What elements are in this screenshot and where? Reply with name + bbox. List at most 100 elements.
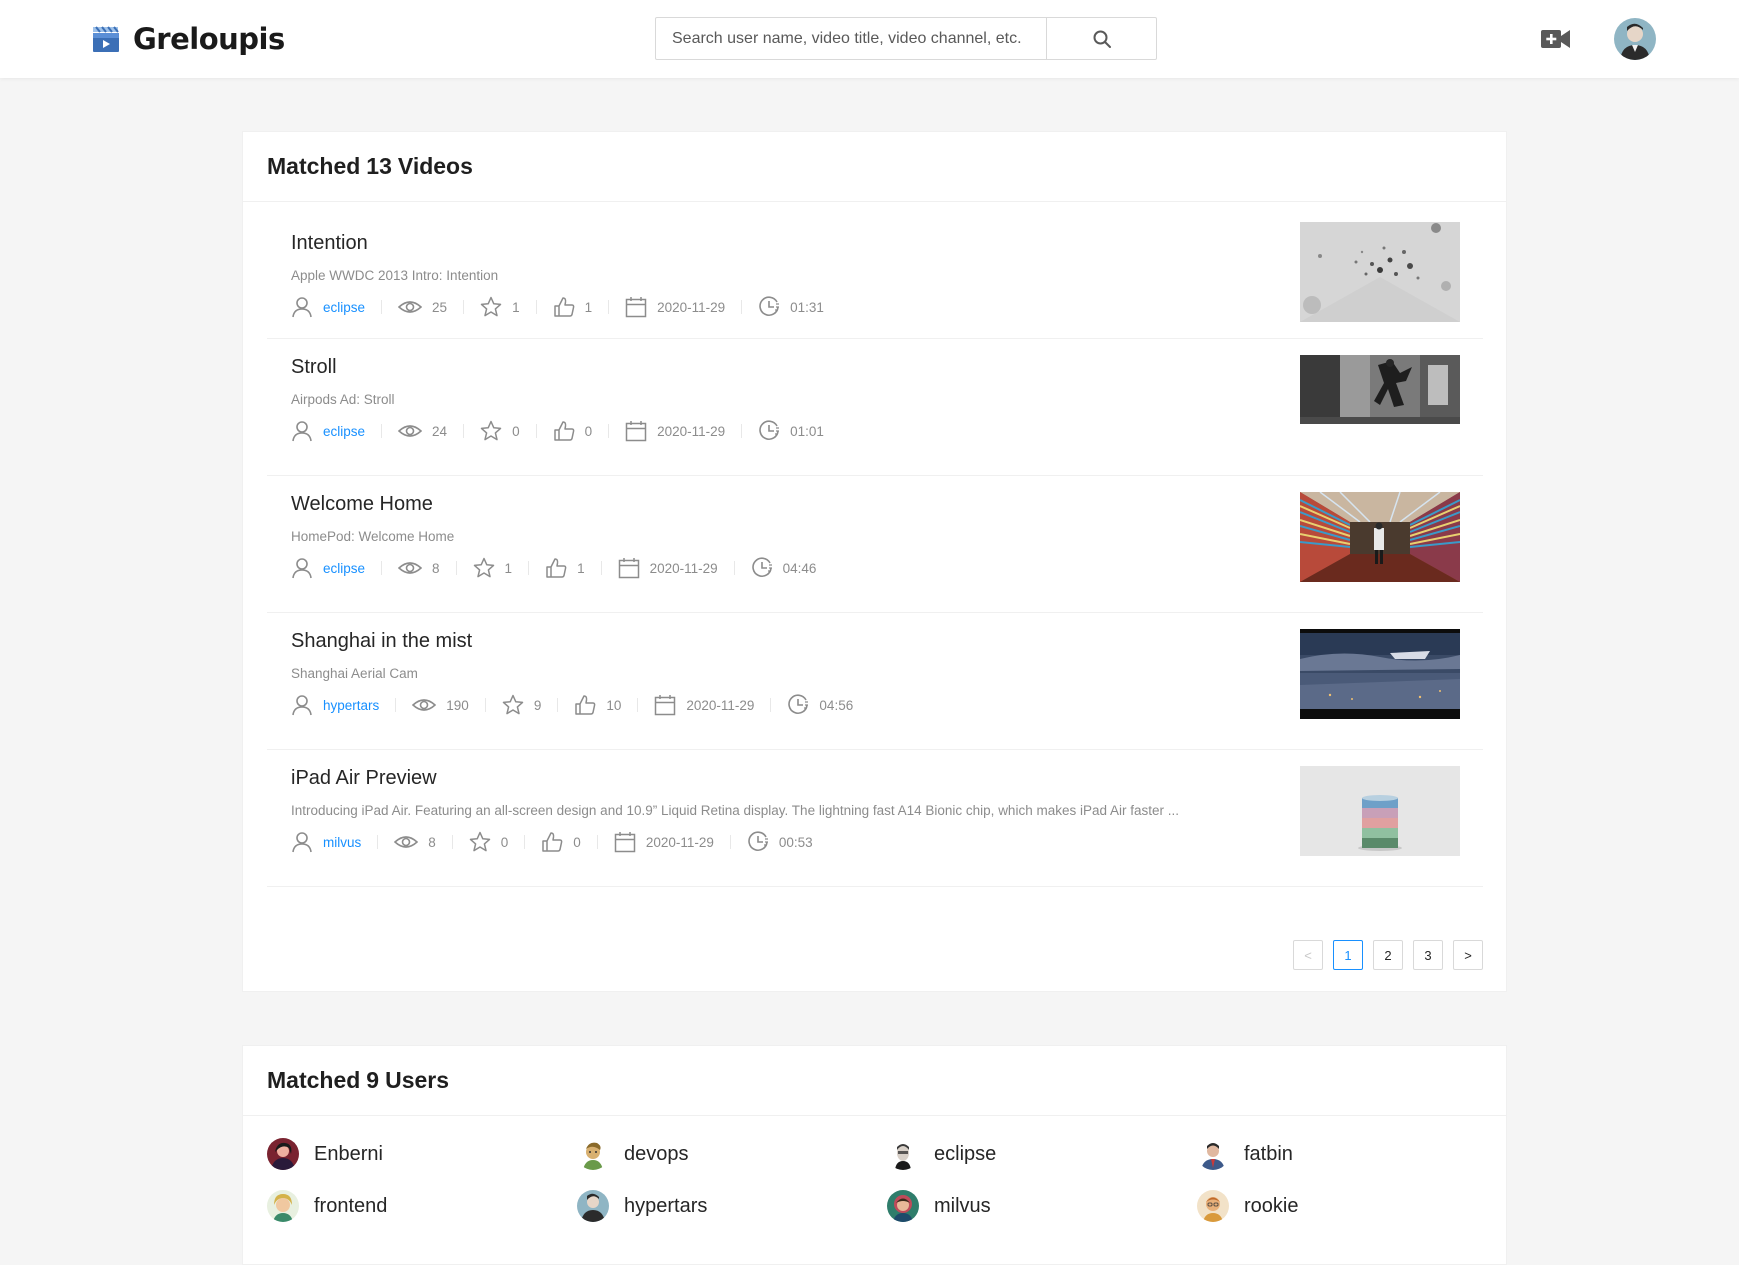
- view-count: 8: [432, 560, 440, 576]
- search-button[interactable]: [1046, 18, 1156, 59]
- user-item[interactable]: milvus: [887, 1190, 1197, 1222]
- top-header: Greloupis: [0, 0, 1739, 78]
- video-list-item[interactable]: Shanghai in the mist Shanghai Aerial Cam…: [267, 613, 1483, 750]
- video-meta: hypertars 190 9 10 2020-11-29 04:56: [291, 694, 853, 716]
- user-item[interactable]: hypertars: [577, 1190, 887, 1222]
- like-icon: [542, 832, 563, 852]
- video-uploader-link[interactable]: milvus: [323, 835, 361, 850]
- video-duration: 01:01: [790, 423, 824, 439]
- video-thumbnail[interactable]: [1300, 629, 1460, 719]
- user-icon: [292, 695, 312, 716]
- brand-logo[interactable]: Greloupis: [91, 22, 285, 56]
- eye-icon: [398, 301, 423, 313]
- meta-divider: [395, 698, 397, 712]
- video-uploader-link[interactable]: eclipse: [323, 424, 365, 439]
- meta-divider: [381, 561, 383, 575]
- pagination-prev-button[interactable]: <: [1293, 940, 1323, 970]
- video-list-item[interactable]: Stroll Airpods Ad: Stroll eclipse 24 0 0…: [267, 339, 1483, 476]
- video-description: Introducing iPad Air. Featuring an all-s…: [291, 803, 1180, 818]
- video-uploader-link[interactable]: eclipse: [323, 561, 365, 576]
- star-icon: [480, 296, 502, 317]
- upload-date: 2020-11-29: [686, 697, 755, 713]
- pagination-page-1[interactable]: 1: [1333, 940, 1363, 970]
- video-duration: 01:31: [790, 299, 824, 315]
- title-suffix: Videos: [397, 153, 473, 179]
- like-count: 0: [584, 423, 593, 439]
- view-count: 190: [446, 697, 469, 713]
- like-icon: [546, 558, 567, 578]
- meta-divider: [524, 835, 526, 849]
- like-icon: [575, 695, 596, 715]
- user-count: 9: [366, 1067, 380, 1093]
- user-name: milvus: [934, 1194, 991, 1217]
- pagination-page-2[interactable]: 2: [1373, 940, 1403, 970]
- meta-divider: [463, 300, 465, 314]
- upload-date: 2020-11-29: [649, 560, 718, 576]
- user-item[interactable]: fatbin: [1197, 1138, 1483, 1170]
- video-thumbnail[interactable]: [1300, 355, 1460, 424]
- meta-divider: [463, 424, 465, 438]
- meta-divider: [528, 561, 530, 575]
- meta-divider: [608, 424, 610, 438]
- upload-date: 2020-11-29: [657, 299, 726, 315]
- eye-icon: [394, 836, 419, 848]
- video-meta: eclipse 25 1 1 2020-11-29 01:31: [291, 296, 824, 318]
- matched-users-card: Matched 9 Users Enberni devops eclipse fat…: [242, 1045, 1507, 1265]
- user-item[interactable]: devops: [577, 1138, 887, 1170]
- user-item[interactable]: frontend: [267, 1190, 577, 1222]
- video-meta: eclipse 8 1 1 2020-11-29 04:46: [291, 557, 816, 579]
- video-thumbnail[interactable]: [1300, 492, 1460, 582]
- user-name: hypertars: [624, 1194, 708, 1217]
- video-list-item[interactable]: Welcome Home HomePod: Welcome Home eclip…: [267, 476, 1483, 613]
- user-item[interactable]: Enberni: [267, 1138, 577, 1170]
- user-name: fatbin: [1244, 1142, 1293, 1165]
- clock-icon: [788, 694, 809, 714]
- video-thumbnail[interactable]: [1300, 222, 1460, 322]
- user-icon: [292, 421, 312, 442]
- video-duration: 04:56: [819, 697, 854, 713]
- eye-icon: [398, 425, 423, 437]
- video-list-item[interactable]: iPad Air Preview Introducing iPad Air. F…: [267, 750, 1483, 887]
- video-uploader-link[interactable]: hypertars: [323, 698, 379, 713]
- video-title[interactable]: Shanghai in the mist: [291, 630, 472, 653]
- pagination-next-button[interactable]: >: [1453, 940, 1483, 970]
- user-item[interactable]: eclipse: [887, 1138, 1197, 1170]
- clock-icon: [751, 557, 772, 577]
- pagination-page-3[interactable]: 3: [1413, 940, 1443, 970]
- like-icon: [553, 421, 574, 441]
- card-header: Matched 9 Users: [243, 1046, 1506, 1116]
- video-title[interactable]: iPad Air Preview: [291, 767, 437, 790]
- video-camera-add-icon[interactable]: [1541, 28, 1571, 50]
- video-meta: milvus 8 0 0 2020-11-29 00:53: [291, 831, 813, 853]
- meta-divider: [557, 698, 559, 712]
- user-icon: [292, 297, 312, 318]
- video-description: Apple WWDC 2013 Intro: Intention: [291, 268, 499, 283]
- like-count: 10: [606, 697, 622, 713]
- like-count: 1: [584, 299, 593, 315]
- upload-date: 2020-11-29: [645, 834, 714, 850]
- star-icon: [502, 694, 524, 715]
- video-uploader-link[interactable]: eclipse: [323, 300, 365, 315]
- star-icon: [480, 420, 502, 441]
- video-title[interactable]: Welcome Home: [291, 493, 433, 516]
- user-name: frontend: [314, 1194, 388, 1217]
- calendar-icon: [614, 832, 636, 853]
- video-description: Shanghai Aerial Cam: [291, 666, 418, 681]
- video-description: HomePod: Welcome Home: [291, 529, 455, 544]
- user-name: eclipse: [934, 1142, 997, 1165]
- video-title[interactable]: Stroll: [291, 356, 337, 379]
- star-count: 0: [512, 423, 520, 439]
- eye-icon: [412, 699, 437, 711]
- video-list-item[interactable]: Intention Apple WWDC 2013 Intro: Intenti…: [267, 202, 1483, 339]
- view-count: 8: [428, 834, 436, 850]
- star-icon: [473, 557, 494, 578]
- meta-divider: [451, 835, 453, 849]
- user-item[interactable]: rookie: [1197, 1190, 1483, 1222]
- upload-date: 2020-11-29: [657, 423, 726, 439]
- user-avatar: [1197, 1190, 1229, 1222]
- search-input[interactable]: [656, 18, 1046, 59]
- user-avatar: [1197, 1138, 1229, 1170]
- video-title[interactable]: Intention: [291, 232, 368, 255]
- current-user-avatar[interactable]: [1614, 18, 1656, 60]
- video-thumbnail[interactable]: [1300, 766, 1460, 856]
